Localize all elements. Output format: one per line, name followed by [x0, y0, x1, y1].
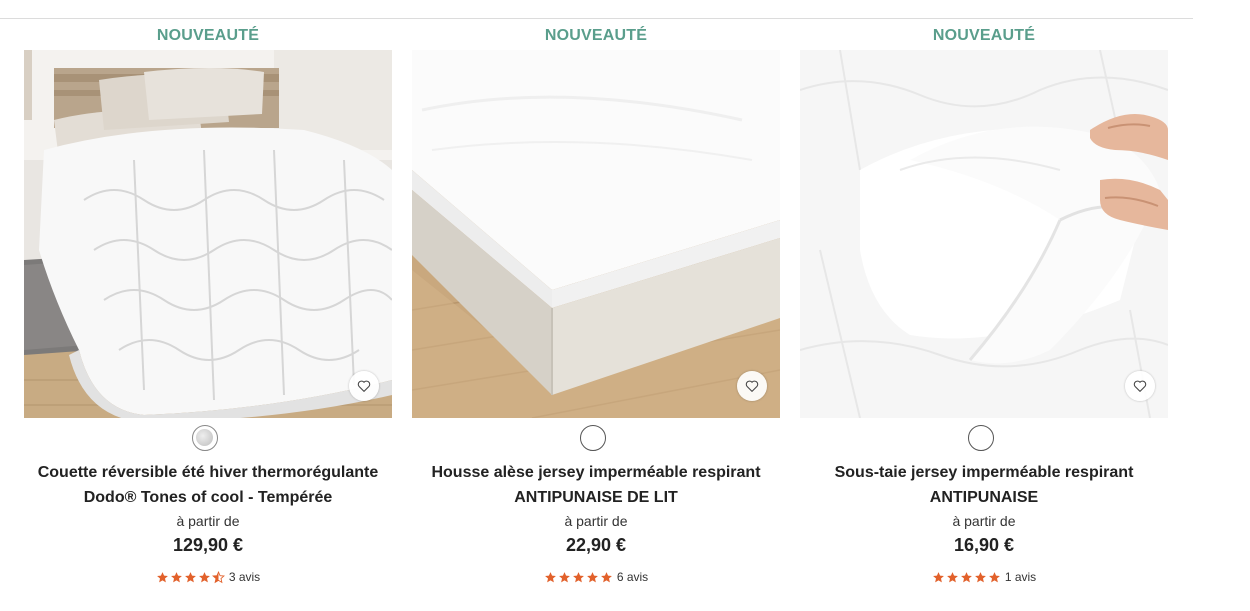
star-half-icon — [211, 570, 225, 583]
star-full-icon — [544, 571, 556, 582]
review-count[interactable]: 1 avis — [1005, 570, 1036, 584]
star-full-icon — [198, 571, 210, 582]
price-from-label: à partir de — [564, 513, 628, 529]
star-full-icon — [600, 571, 612, 582]
favorite-button[interactable] — [737, 371, 767, 401]
duvet-photo — [24, 50, 392, 418]
heart-icon — [1133, 380, 1147, 392]
favorite-button[interactable] — [349, 371, 379, 401]
rating-stars — [932, 571, 1001, 584]
product-title[interactable]: Housse alèse jersey imperméable respiran… — [392, 460, 800, 510]
star-full-icon — [946, 571, 958, 582]
star-full-icon — [184, 571, 196, 582]
review-count[interactable]: 3 avis — [229, 570, 260, 584]
mattress-protector-photo — [412, 50, 780, 418]
color-swatch-white[interactable] — [580, 425, 606, 451]
star-full-icon — [974, 571, 986, 582]
rating-stars — [156, 570, 225, 584]
price-from-label: à partir de — [176, 513, 240, 529]
heart-icon — [357, 380, 371, 392]
product-card-duvet[interactable]: NOUVEAUTÉ Couette réversible été hiver t… — [24, 0, 392, 611]
rating-stars — [544, 571, 613, 584]
new-badge: NOUVEAUTÉ — [932, 27, 1036, 44]
star-full-icon — [558, 571, 570, 582]
new-badge: NOUVEAUTÉ — [156, 27, 260, 44]
star-full-icon — [156, 571, 168, 582]
product-rating[interactable]: 6 avis — [412, 570, 780, 584]
product-title-line2[interactable]: ANTIPUNAISE DE LIT — [392, 485, 800, 510]
star-full-icon — [586, 571, 598, 582]
product-price: 16,90 € — [953, 535, 1015, 555]
product-title[interactable]: Sous-taie jersey imperméable respirant A… — [780, 460, 1188, 510]
favorite-button[interactable] — [1125, 371, 1155, 401]
product-title-line1[interactable]: Sous-taie jersey imperméable respirant — [780, 460, 1188, 485]
product-price: 129,90 € — [172, 535, 244, 555]
product-title-line1[interactable]: Housse alèse jersey imperméable respiran… — [392, 460, 800, 485]
product-price: 22,90 € — [565, 535, 627, 555]
star-full-icon — [932, 571, 944, 582]
product-title[interactable]: Couette réversible été hiver thermorégul… — [4, 460, 412, 510]
color-swatch-grey[interactable] — [192, 425, 218, 451]
price-from-label: à partir de — [952, 513, 1016, 529]
product-card-mattress-protector[interactable]: NOUVEAUTÉ Housse alèse jersey imperméabl… — [412, 0, 780, 611]
star-full-icon — [960, 571, 972, 582]
star-full-icon — [572, 571, 584, 582]
product-image-pillow-protector[interactable] — [800, 50, 1168, 418]
product-title-line2[interactable]: Dodo® Tones of cool - Tempérée — [4, 485, 412, 510]
heart-icon — [745, 380, 759, 392]
color-swatch-white[interactable] — [968, 425, 994, 451]
product-rating[interactable]: 3 avis — [24, 570, 392, 584]
new-badge: NOUVEAUTÉ — [544, 27, 648, 44]
pillow-protector-photo — [800, 50, 1168, 418]
product-image-mattress-protector[interactable] — [412, 50, 780, 418]
star-full-icon — [988, 571, 1000, 582]
star-full-icon — [170, 571, 182, 582]
product-image-duvet[interactable] — [24, 50, 392, 418]
product-card-pillow-protector[interactable]: NOUVEAUTÉ Sous-taie jersey imperméable r… — [800, 0, 1168, 611]
product-title-line1[interactable]: Couette réversible été hiver thermorégul… — [4, 460, 412, 485]
review-count[interactable]: 6 avis — [617, 570, 648, 584]
product-rating[interactable]: 1 avis — [800, 570, 1168, 584]
product-title-line2[interactable]: ANTIPUNAISE — [780, 485, 1188, 510]
